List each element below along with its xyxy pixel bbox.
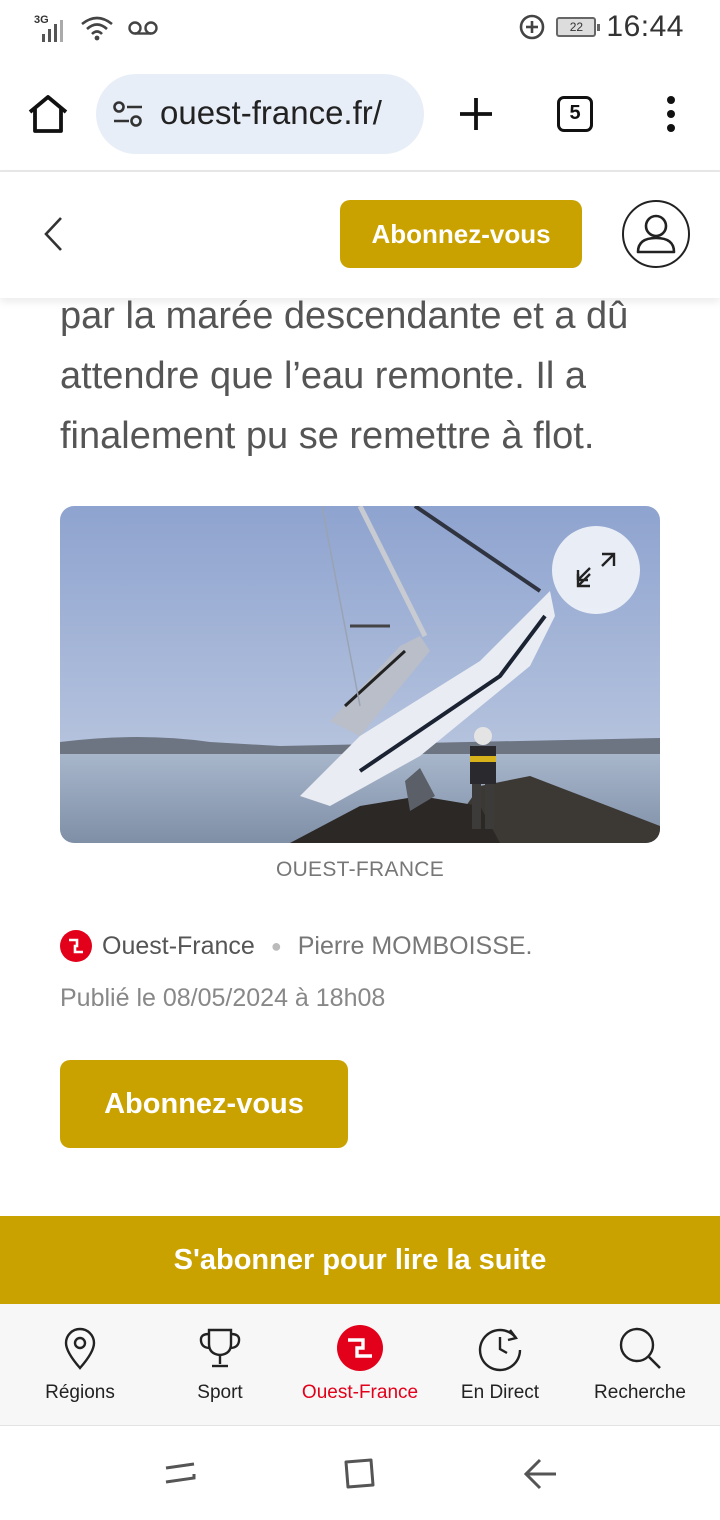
nav-item-regions[interactable]: Régions [10,1304,150,1426]
expand-image-button[interactable] [552,526,640,614]
subscribe-button-article[interactable]: Abonnez-vous [60,1060,348,1148]
byline: Ouest-France ● Pierre MOMBOISSE. [60,930,532,962]
back-icon[interactable] [520,1454,560,1494]
expand-icon [576,552,616,588]
bottom-navigation: Régions Sport Ouest-France En Direct Rec… [0,1304,720,1426]
article-paragraph: par la marée descendante et a dû attendr… [60,295,629,457]
separator-dot: ● [270,935,282,956]
nav-item-sport[interactable]: Sport [150,1304,290,1426]
search-icon [619,1327,661,1369]
wifi-icon [81,16,113,41]
site-settings-icon[interactable] [112,100,144,128]
map-pin-icon [64,1327,96,1370]
nav-label: Ouest-France [301,1382,419,1403]
status-bar: 3G 22 16:44 [0,0,720,58]
tab-switcher-button[interactable]: 5 [557,96,593,132]
nav-label: Régions [45,1382,115,1403]
ouest-france-logo-icon [60,930,92,962]
nav-item-recherche[interactable]: Recherche [570,1304,710,1426]
clock-refresh-icon [478,1328,522,1372]
publish-date: Publié le 08/05/2024 à 18h08 [60,984,386,1012]
recent-apps-icon[interactable] [160,1454,200,1494]
voicemail-icon [128,21,158,35]
cellular-signal-icon: 3G [34,14,66,42]
system-navigation-bar [0,1426,720,1520]
overflow-menu-icon[interactable] [660,96,682,136]
ouest-france-logo-icon [337,1325,383,1371]
nav-label: Recherche [594,1382,686,1403]
home-button-icon[interactable] [340,1454,380,1494]
browser-toolbar: ouest-france.fr/ 5 [0,58,720,172]
address-bar[interactable]: ouest-france.fr/ [96,74,424,154]
home-icon[interactable] [24,90,72,138]
clock: 16:44 [606,10,684,43]
trophy-icon [199,1328,241,1368]
url-text: ouest-france.fr/ [160,94,382,131]
subscribe-button-header[interactable]: Abonnez-vous [340,200,582,268]
subscribe-to-read-banner[interactable]: S'abonner pour lire la suite [0,1216,720,1304]
nav-label: Sport [197,1382,243,1403]
image-caption: OUEST-FRANCE [275,858,445,881]
author-name: Pierre MOMBOISSE. [297,931,533,960]
account-icon[interactable] [622,200,690,268]
site-header: Abonnez-vous [0,172,720,298]
source-name[interactable]: Ouest-France [102,932,255,961]
data-saver-icon [520,14,545,40]
back-chevron-icon[interactable] [38,214,68,254]
battery-icon: 22 [556,17,601,37]
nav-label: En Direct [460,1382,540,1403]
nav-item-en-direct[interactable]: En Direct [430,1304,570,1426]
new-tab-icon[interactable] [454,92,498,136]
nav-item-ouest-france[interactable]: Ouest-France [290,1304,430,1426]
